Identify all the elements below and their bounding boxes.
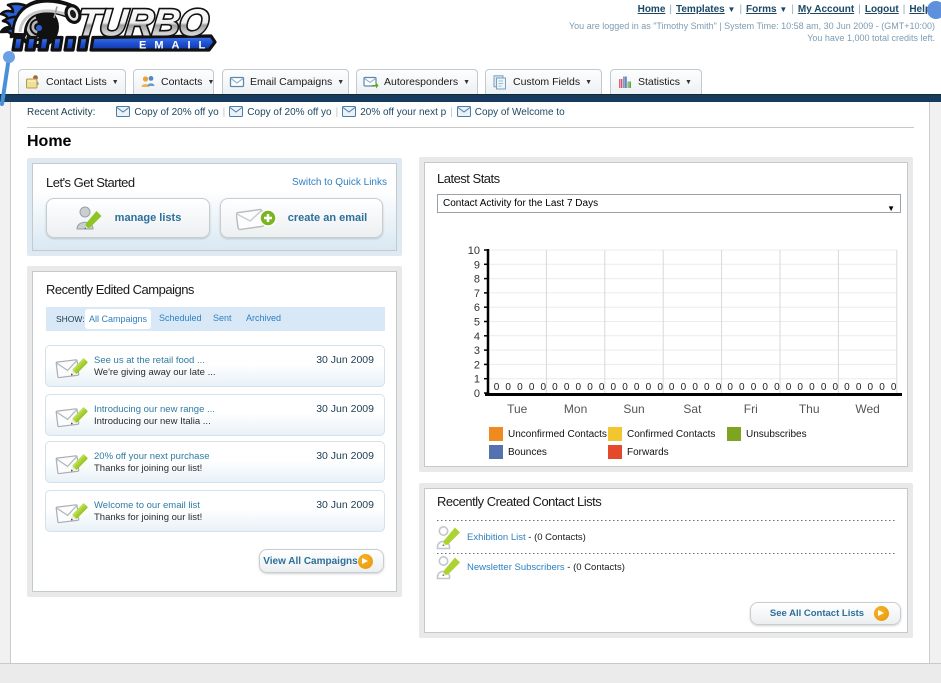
svg-text:0: 0 <box>517 382 523 393</box>
svg-text:0: 0 <box>529 382 535 393</box>
svg-text:0: 0 <box>611 382 617 393</box>
svg-text:8: 8 <box>474 274 480 286</box>
svg-text:0: 0 <box>879 382 885 393</box>
svg-text:0: 0 <box>634 382 640 393</box>
svg-text:0: 0 <box>716 382 722 393</box>
svg-text:0: 0 <box>856 382 862 393</box>
svg-text:2: 2 <box>474 359 480 371</box>
svg-text:10: 10 <box>468 245 480 257</box>
svg-text:0: 0 <box>821 382 827 393</box>
svg-text:0: 0 <box>564 382 570 393</box>
svg-text:0: 0 <box>704 382 710 393</box>
svg-text:0: 0 <box>657 382 663 393</box>
svg-text:0: 0 <box>762 382 768 393</box>
svg-text:0: 0 <box>844 382 850 393</box>
svg-text:0: 0 <box>622 382 628 393</box>
svg-text:Fri: Fri <box>744 402 758 416</box>
svg-text:0: 0 <box>505 382 511 393</box>
svg-text:0: 0 <box>599 382 605 393</box>
svg-text:0: 0 <box>474 388 480 400</box>
svg-text:Mon: Mon <box>564 402 587 416</box>
svg-text:4: 4 <box>474 331 480 343</box>
svg-text:0: 0 <box>692 382 698 393</box>
svg-text:0: 0 <box>833 382 839 393</box>
svg-text:0: 0 <box>494 382 500 393</box>
svg-text:Thu: Thu <box>799 402 820 416</box>
svg-text:3: 3 <box>474 345 480 357</box>
svg-text:0: 0 <box>727 382 733 393</box>
svg-text:0: 0 <box>797 382 803 393</box>
svg-text:1: 1 <box>474 374 480 386</box>
svg-text:0: 0 <box>809 382 815 393</box>
svg-text:0: 0 <box>891 382 897 393</box>
svg-text:0: 0 <box>868 382 874 393</box>
svg-text:Sat: Sat <box>683 402 702 416</box>
svg-text:0: 0 <box>646 382 652 393</box>
svg-text:0: 0 <box>786 382 792 393</box>
svg-text:0: 0 <box>552 382 558 393</box>
svg-text:0: 0 <box>669 382 675 393</box>
svg-text:0: 0 <box>576 382 582 393</box>
svg-text:0: 0 <box>774 382 780 393</box>
svg-text:5: 5 <box>474 317 480 329</box>
svg-text:9: 9 <box>474 259 480 271</box>
svg-text:Tue: Tue <box>507 402 528 416</box>
svg-text:TURBO: TURBO <box>75 3 210 45</box>
svg-text:6: 6 <box>474 302 480 314</box>
svg-text:0: 0 <box>541 382 547 393</box>
svg-text:Wed: Wed <box>855 402 879 416</box>
svg-text:0: 0 <box>739 382 745 393</box>
svg-text:0: 0 <box>751 382 757 393</box>
svg-text:0: 0 <box>681 382 687 393</box>
svg-text:7: 7 <box>474 288 480 300</box>
svg-text:EMAIL: EMAIL <box>139 40 213 52</box>
svg-text:0: 0 <box>587 382 593 393</box>
svg-text:Sun: Sun <box>623 402 644 416</box>
